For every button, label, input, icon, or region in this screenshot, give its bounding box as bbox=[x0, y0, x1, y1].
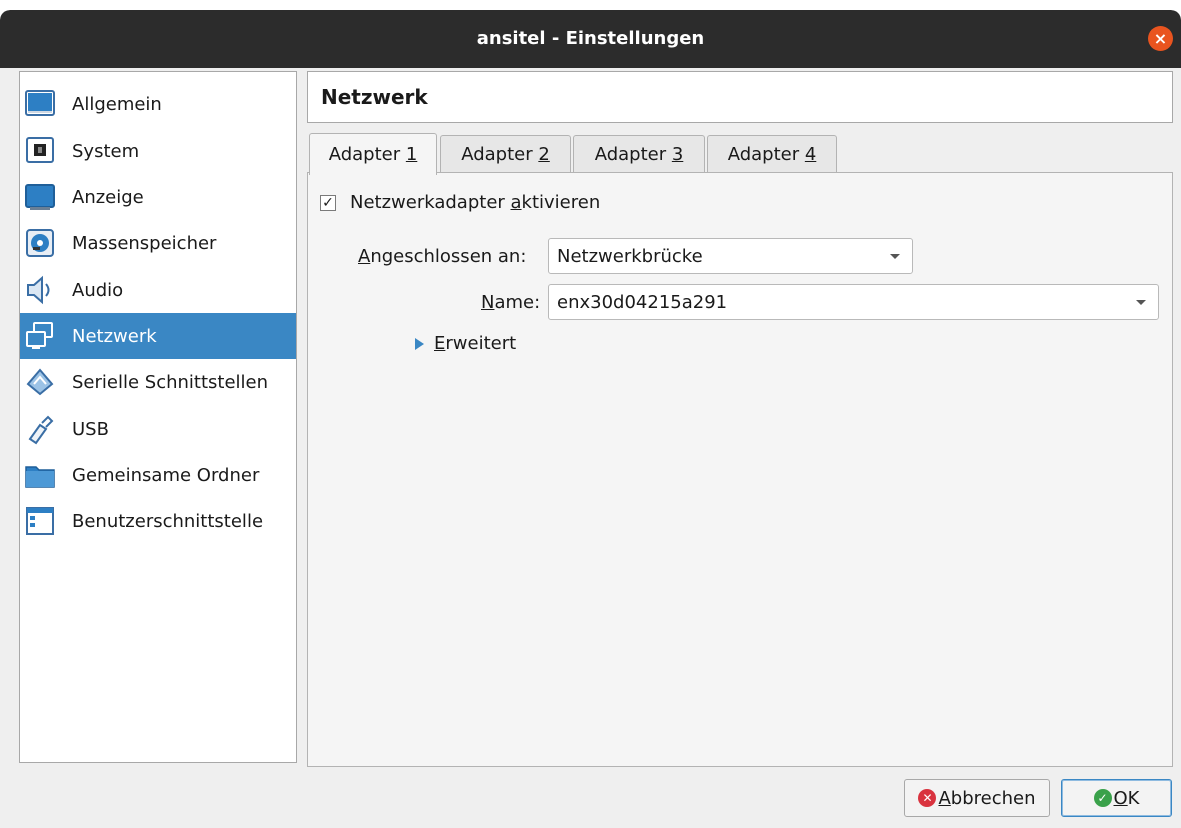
chevron-down-icon bbox=[890, 254, 900, 259]
button-label: K bbox=[1127, 787, 1140, 809]
label-mnemonic: O bbox=[1113, 787, 1128, 809]
ok-button[interactable]: ✓ OK bbox=[1061, 779, 1172, 817]
tab-adapter-3[interactable]: Adapter 3 bbox=[573, 135, 705, 173]
tab-mnemonic: 2 bbox=[538, 144, 550, 165]
sidebar-item-label: USB bbox=[72, 418, 109, 440]
serial-port-icon bbox=[24, 366, 56, 398]
shared-folder-icon bbox=[24, 459, 56, 491]
sidebar-item-label: Benutzerschnittstelle bbox=[72, 510, 264, 532]
name-label: Name: bbox=[481, 292, 540, 313]
display-icon bbox=[24, 181, 56, 213]
usb-icon bbox=[24, 413, 56, 445]
name-select[interactable]: enx30d04215a291 bbox=[548, 284, 1159, 320]
attached-to-select[interactable]: Netzwerkbrücke bbox=[548, 238, 913, 274]
label-mnemonic: A bbox=[938, 787, 951, 809]
name-value: enx30d04215a291 bbox=[557, 291, 728, 313]
label-text: rweitert bbox=[445, 333, 517, 354]
sidebar-item-benutzerschnittstelle[interactable]: Benutzerschnittstelle bbox=[20, 498, 296, 544]
tab-label: Adapter bbox=[328, 144, 406, 165]
sidebar-item-usb[interactable]: USB bbox=[20, 406, 296, 452]
sidebar-item-gemeinsame-ordner[interactable]: Gemeinsame Ordner bbox=[20, 452, 296, 498]
system-icon bbox=[24, 135, 56, 167]
sidebar-item-label: System bbox=[72, 140, 140, 162]
page-title: Netzwerk bbox=[321, 85, 428, 109]
label-text: ngeschlossen an: bbox=[370, 246, 527, 267]
settings-category-list[interactable]: Allgemein System Anzeige Massenspeicher … bbox=[19, 71, 297, 763]
cancel-button[interactable]: ✕ Abbrechen bbox=[904, 779, 1050, 817]
sidebar-item-netzwerk[interactable]: Netzwerk bbox=[20, 313, 296, 359]
tab-adapter-4[interactable]: Adapter 4 bbox=[707, 135, 837, 173]
user-interface-icon bbox=[24, 505, 56, 537]
tab-mnemonic: 1 bbox=[405, 144, 418, 165]
label-mnemonic: A bbox=[358, 246, 371, 267]
sidebar-item-label: Allgemein bbox=[72, 93, 162, 115]
label-text: ame: bbox=[494, 292, 541, 313]
audio-icon bbox=[24, 274, 56, 306]
sidebar-item-label: Netzwerk bbox=[72, 325, 157, 347]
tab-adapter-1[interactable]: Adapter 1 bbox=[309, 133, 437, 175]
sidebar-item-label: Gemeinsame Ordner bbox=[72, 464, 260, 486]
checkmark-icon: ✓ bbox=[322, 195, 334, 211]
tab-adapter-2[interactable]: Adapter 2 bbox=[440, 135, 571, 173]
sidebar-item-label: Massenspeicher bbox=[72, 232, 217, 254]
tab-label: Adapter bbox=[594, 144, 672, 165]
general-icon bbox=[24, 88, 56, 120]
label-mnemonic: a bbox=[510, 192, 522, 213]
label-text: Netzwerkadapter bbox=[350, 192, 511, 213]
sidebar-item-label: Serielle Schnittstellen bbox=[72, 371, 269, 393]
label-mnemonic: N bbox=[481, 292, 495, 313]
label-mnemonic: E bbox=[434, 333, 446, 354]
attached-to-value: Netzwerkbrücke bbox=[557, 245, 703, 267]
button-label: bbrechen bbox=[950, 787, 1036, 809]
sidebar-item-anzeige[interactable]: Anzeige bbox=[20, 174, 296, 220]
title-bar[interactable]: ansitel - Einstellungen × bbox=[0, 10, 1181, 68]
storage-icon bbox=[24, 227, 56, 259]
advanced-expander[interactable]: Erweitert bbox=[415, 333, 516, 354]
tab-mnemonic: 4 bbox=[804, 144, 817, 165]
sidebar-item-allgemein[interactable]: Allgemein bbox=[20, 81, 296, 127]
close-button[interactable]: × bbox=[1148, 26, 1173, 51]
enable-adapter-checkbox[interactable]: ✓ bbox=[320, 195, 336, 211]
window-title: ansitel - Einstellungen bbox=[476, 28, 705, 49]
page-heading-box: Netzwerk bbox=[307, 71, 1173, 123]
tab-mnemonic: 3 bbox=[671, 144, 684, 165]
sidebar-item-serielle-schnittstellen[interactable]: Serielle Schnittstellen bbox=[20, 359, 296, 405]
sidebar-item-system[interactable]: System bbox=[20, 128, 296, 174]
label-text: ktivieren bbox=[521, 192, 601, 213]
tab-label: Adapter bbox=[461, 144, 539, 165]
network-icon bbox=[24, 320, 56, 352]
expand-triangle-icon bbox=[415, 337, 424, 350]
chevron-down-icon bbox=[1136, 300, 1146, 305]
sidebar-item-label: Audio bbox=[72, 279, 124, 301]
sidebar-item-massenspeicher[interactable]: Massenspeicher bbox=[20, 220, 296, 266]
enable-adapter-label[interactable]: Netzwerkadapter aktivieren bbox=[350, 192, 600, 213]
sidebar-item-audio[interactable]: Audio bbox=[20, 267, 296, 313]
tab-label: Adapter bbox=[727, 144, 805, 165]
cancel-icon: ✕ bbox=[918, 789, 937, 807]
ok-icon: ✓ bbox=[1093, 789, 1112, 807]
close-icon: × bbox=[1153, 28, 1168, 48]
sidebar-item-label: Anzeige bbox=[72, 186, 144, 208]
attached-to-label: Angeschlossen an: bbox=[358, 246, 526, 267]
